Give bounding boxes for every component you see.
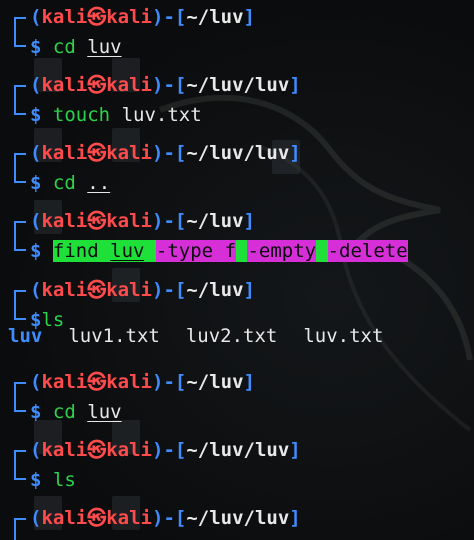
command-arg: luv — [87, 36, 122, 58]
command-arg: -delete — [327, 240, 408, 262]
prompt-bracket-bottom — [14, 170, 26, 183]
prompt-bracket-bottom — [14, 238, 26, 251]
command-arg: -type — [155, 240, 214, 262]
command-arg: f — [224, 240, 237, 262]
ls-item-file: luv1.txt — [68, 325, 160, 347]
command-arg: -empty — [247, 240, 317, 262]
prompt-path: ~/luv — [186, 279, 244, 301]
command-name: cd — [52, 172, 76, 194]
ls-item-file: luv.txt — [303, 325, 384, 347]
prompt-bracket-bottom — [14, 399, 26, 412]
command-arg: luv — [110, 240, 145, 262]
command-name: ls — [52, 469, 76, 491]
prompt-path: ~/luv/luv — [186, 507, 290, 529]
command-name: cd — [52, 36, 76, 58]
prompt-path: ~/luv/luv — [186, 439, 290, 461]
command-name: cd — [52, 401, 76, 423]
prompt-bracket-bottom — [14, 102, 26, 115]
command-arg: luv — [87, 401, 122, 423]
ls-item-file: luv2.txt — [185, 325, 278, 347]
prompt-bracket-top — [14, 518, 26, 540]
prompt-bracket-bottom — [14, 307, 26, 320]
ls-output: luv luv1.txt luv2.txt luv.txt — [8, 323, 383, 349]
command-name: touch — [52, 104, 111, 126]
prompt-bracket-bottom — [14, 34, 26, 47]
prompt-path: ~/luv — [186, 210, 244, 232]
prompt-path: ~/luv/luv — [186, 74, 290, 96]
prompt-path: ~/luv — [186, 371, 244, 393]
terminal-window[interactable]: (kali㉿kali)-[~/luv] $ cd luv (kali㉿kali)… — [0, 0, 474, 540]
command-name: find — [52, 240, 99, 262]
ls-item-directory: luv — [8, 325, 43, 347]
prompt-path: ~/luv/luv — [186, 142, 290, 164]
command-arg: .. — [87, 172, 111, 194]
prompt-path: ~/luv — [186, 6, 244, 28]
prompt-bracket-bottom — [14, 467, 26, 480]
command-arg: luv.txt — [121, 104, 202, 126]
